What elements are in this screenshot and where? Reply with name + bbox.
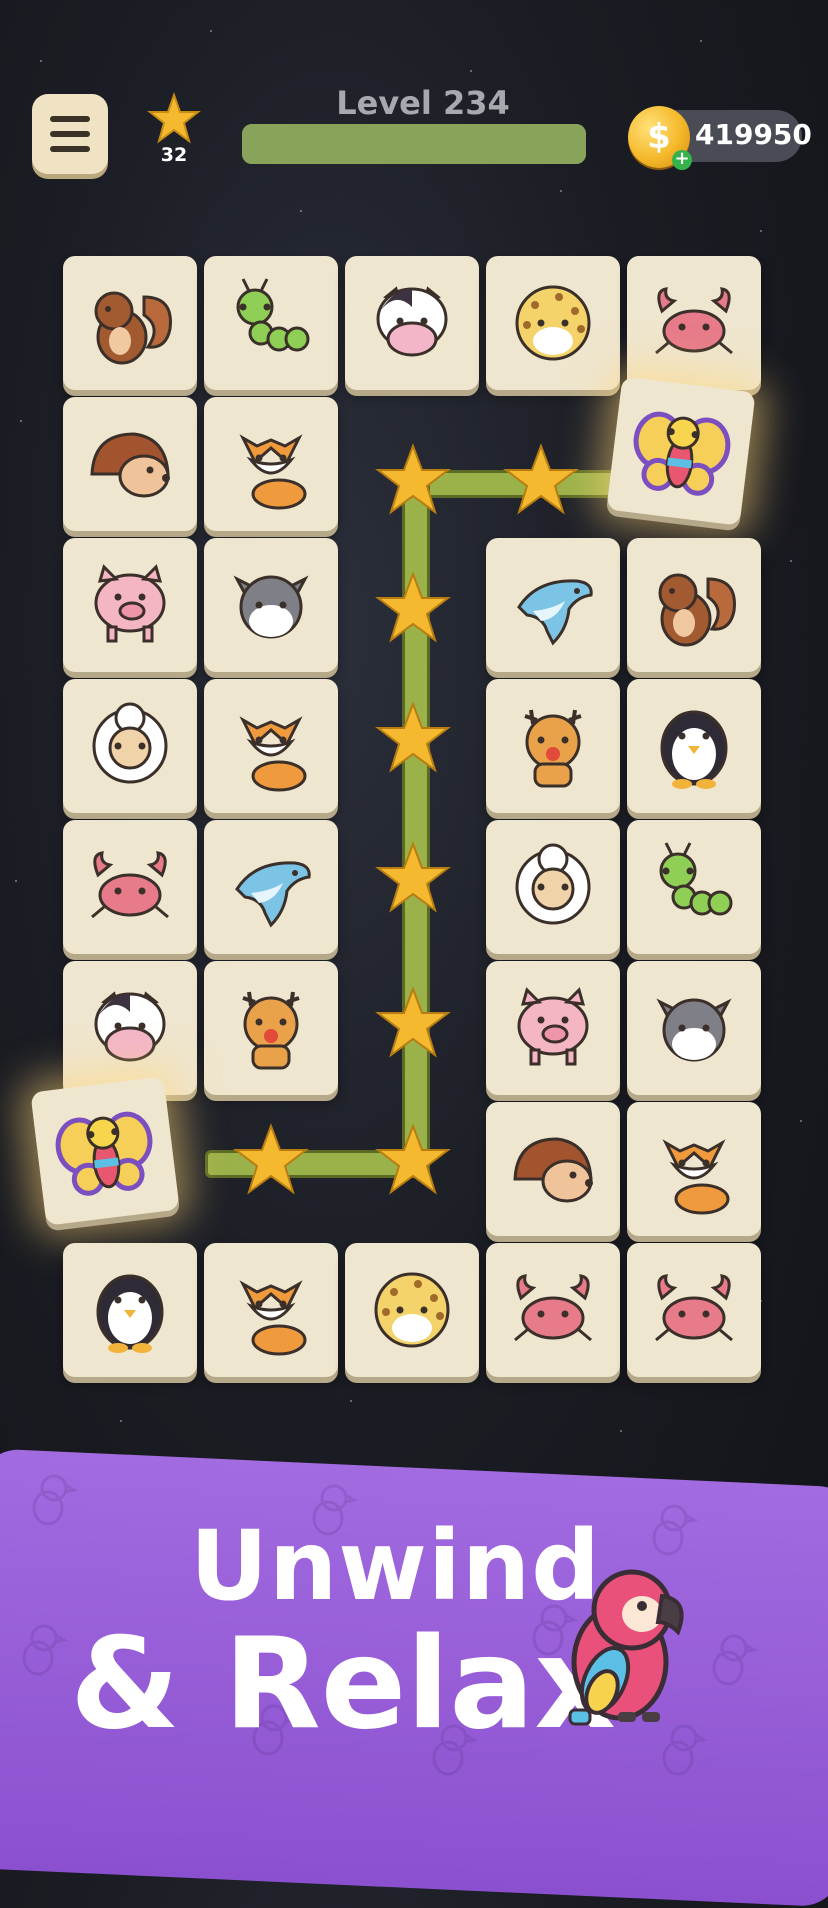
tile-dolphin[interactable] bbox=[486, 538, 620, 672]
hedgehog-icon bbox=[90, 432, 170, 498]
tile-crab[interactable] bbox=[63, 820, 197, 954]
tile-caterpillar[interactable] bbox=[204, 256, 338, 390]
squirrel-icon bbox=[94, 291, 172, 365]
tile-crab[interactable] bbox=[627, 256, 761, 390]
sheep-icon bbox=[515, 843, 591, 925]
fox-icon bbox=[239, 1280, 307, 1356]
tile-crab[interactable] bbox=[486, 1243, 620, 1377]
tile-dolphin[interactable] bbox=[204, 820, 338, 954]
path-star-icon bbox=[375, 701, 451, 773]
tile-wolf[interactable] bbox=[627, 961, 761, 1095]
bird-pattern-icon bbox=[652, 1504, 699, 1556]
wolf-icon bbox=[233, 575, 309, 639]
sheep-icon bbox=[92, 702, 168, 784]
butterfly-icon bbox=[633, 411, 731, 496]
pig-icon bbox=[94, 564, 166, 643]
tile-sheep[interactable] bbox=[63, 679, 197, 813]
tile-cow[interactable] bbox=[345, 256, 479, 390]
tile-pig[interactable] bbox=[486, 961, 620, 1095]
wolf-icon bbox=[656, 998, 732, 1062]
banner-headline-line2: & Relax bbox=[70, 1610, 616, 1757]
add-coins-button[interactable]: + bbox=[672, 150, 692, 170]
fox-icon bbox=[239, 716, 307, 792]
parrot-mascot-icon bbox=[568, 1569, 684, 1726]
cow-icon bbox=[94, 991, 166, 1062]
menu-icon-bar bbox=[50, 116, 90, 122]
level-progress-bar bbox=[242, 124, 586, 164]
tile-caterpillar[interactable] bbox=[627, 820, 761, 954]
leopard-icon bbox=[515, 285, 591, 361]
tile-hedgehog[interactable] bbox=[486, 1102, 620, 1236]
caterpillar-icon bbox=[659, 842, 733, 916]
path-star-icon bbox=[233, 1123, 309, 1195]
tile-leopard[interactable] bbox=[345, 1243, 479, 1377]
tile-butterfly[interactable] bbox=[606, 376, 756, 526]
hedgehog-icon bbox=[513, 1137, 593, 1203]
tile-wolf[interactable] bbox=[204, 538, 338, 672]
deer-icon bbox=[242, 991, 300, 1070]
path-star-icon bbox=[375, 571, 451, 643]
star-counter: 32 bbox=[146, 91, 202, 166]
tile-pig[interactable] bbox=[63, 538, 197, 672]
bird-pattern-icon bbox=[22, 1624, 69, 1676]
level-title: Level 234 bbox=[336, 84, 510, 122]
path-star-icon bbox=[375, 443, 451, 515]
tile-fox[interactable] bbox=[204, 1243, 338, 1377]
tile-penguin[interactable] bbox=[63, 1243, 197, 1377]
dolphin-icon bbox=[517, 579, 593, 646]
cow-icon bbox=[376, 286, 448, 357]
menu-icon-bar bbox=[50, 146, 90, 152]
bird-pattern-icon bbox=[32, 1474, 79, 1526]
tile-crab[interactable] bbox=[627, 1243, 761, 1377]
leopard-icon bbox=[374, 1272, 450, 1348]
star-icon bbox=[147, 91, 201, 144]
crab-icon bbox=[91, 851, 169, 919]
coin-balance-value: 419950 bbox=[695, 118, 812, 151]
tile-deer[interactable] bbox=[204, 961, 338, 1095]
tile-deer[interactable] bbox=[486, 679, 620, 813]
butterfly-icon bbox=[55, 1111, 153, 1196]
fox-icon bbox=[239, 434, 307, 510]
tile-cow[interactable] bbox=[63, 961, 197, 1095]
path-star-icon bbox=[375, 1123, 451, 1195]
dolphin-icon bbox=[235, 861, 311, 928]
tile-fox[interactable] bbox=[204, 397, 338, 531]
tile-butterfly[interactable] bbox=[30, 1076, 180, 1226]
penguin-icon bbox=[660, 710, 728, 789]
tile-fox[interactable] bbox=[627, 1102, 761, 1236]
path-star-icon bbox=[375, 841, 451, 913]
menu-icon-bar bbox=[50, 131, 90, 137]
pig-icon bbox=[517, 987, 589, 1066]
tile-squirrel[interactable] bbox=[627, 538, 761, 672]
crab-icon bbox=[655, 287, 733, 355]
caterpillar-icon bbox=[236, 278, 310, 352]
menu-button[interactable] bbox=[32, 94, 108, 174]
banner-headline-line1: Unwind bbox=[190, 1510, 601, 1622]
tile-leopard[interactable] bbox=[486, 256, 620, 390]
fox-icon bbox=[662, 1139, 730, 1215]
path-star-icon bbox=[375, 986, 451, 1058]
progress-fill bbox=[242, 124, 586, 164]
tile-squirrel[interactable] bbox=[63, 256, 197, 390]
star-count-value: 32 bbox=[160, 144, 188, 166]
path-star-icon bbox=[503, 443, 579, 515]
tile-sheep[interactable] bbox=[486, 820, 620, 954]
tile-fox[interactable] bbox=[204, 679, 338, 813]
crab-icon bbox=[655, 1274, 733, 1342]
crab-icon bbox=[514, 1274, 592, 1342]
squirrel-icon bbox=[658, 573, 736, 647]
penguin-icon bbox=[96, 1274, 164, 1353]
deer-icon bbox=[524, 709, 582, 788]
tile-hedgehog[interactable] bbox=[63, 397, 197, 531]
tile-penguin[interactable] bbox=[627, 679, 761, 813]
